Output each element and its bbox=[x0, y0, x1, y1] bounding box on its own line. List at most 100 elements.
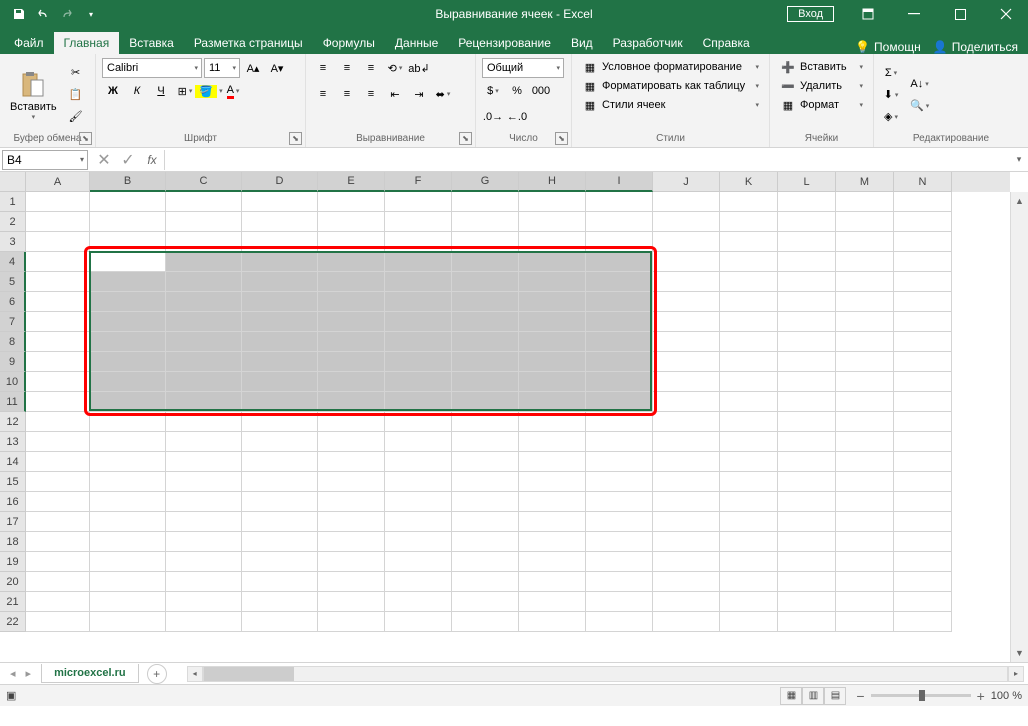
cell[interactable] bbox=[385, 232, 452, 252]
cell[interactable] bbox=[519, 492, 586, 512]
column-header[interactable]: H bbox=[519, 172, 586, 192]
cell[interactable] bbox=[778, 492, 836, 512]
cell[interactable] bbox=[90, 592, 166, 612]
cell[interactable] bbox=[452, 492, 519, 512]
cell[interactable] bbox=[26, 612, 90, 632]
cell[interactable] bbox=[242, 192, 318, 212]
cell[interactable] bbox=[26, 532, 90, 552]
cell[interactable] bbox=[653, 212, 720, 232]
cell[interactable] bbox=[166, 272, 242, 292]
select-all-corner[interactable] bbox=[0, 172, 26, 192]
cell[interactable] bbox=[318, 292, 385, 312]
italic-icon[interactable]: К bbox=[126, 81, 148, 101]
row-header[interactable]: 18 bbox=[0, 532, 26, 552]
cell[interactable] bbox=[385, 432, 452, 452]
cell[interactable] bbox=[318, 512, 385, 532]
align-left-icon[interactable]: ≡ bbox=[312, 84, 334, 104]
cell[interactable] bbox=[90, 372, 166, 392]
cell[interactable] bbox=[166, 412, 242, 432]
cell[interactable] bbox=[836, 432, 894, 452]
cell[interactable] bbox=[385, 532, 452, 552]
cell[interactable] bbox=[519, 252, 586, 272]
cell[interactable] bbox=[318, 552, 385, 572]
ribbon-display-icon[interactable] bbox=[846, 0, 890, 28]
horizontal-scrollbar[interactable]: ◂ ▸ bbox=[187, 666, 1024, 682]
cell[interactable] bbox=[519, 592, 586, 612]
column-header[interactable]: G bbox=[452, 172, 519, 192]
cell[interactable] bbox=[385, 352, 452, 372]
page-layout-view-icon[interactable]: ▥ bbox=[802, 687, 824, 705]
formula-input[interactable] bbox=[164, 150, 1010, 170]
cell[interactable] bbox=[586, 432, 653, 452]
tab-view[interactable]: Вид bbox=[561, 32, 603, 54]
sort-filter-icon[interactable]: A↓ bbox=[906, 74, 933, 94]
column-header[interactable]: C bbox=[166, 172, 242, 192]
cell[interactable] bbox=[90, 352, 166, 372]
cell[interactable] bbox=[318, 312, 385, 332]
cell[interactable] bbox=[242, 532, 318, 552]
cell[interactable] bbox=[385, 412, 452, 432]
page-break-view-icon[interactable]: ▤ bbox=[824, 687, 846, 705]
cell[interactable] bbox=[90, 212, 166, 232]
cell[interactable] bbox=[836, 232, 894, 252]
cell[interactable] bbox=[836, 592, 894, 612]
save-icon[interactable] bbox=[8, 3, 30, 25]
column-header[interactable]: D bbox=[242, 172, 318, 192]
cell[interactable] bbox=[166, 472, 242, 492]
cell[interactable] bbox=[836, 312, 894, 332]
cell[interactable] bbox=[836, 252, 894, 272]
cell[interactable] bbox=[90, 512, 166, 532]
column-header[interactable]: K bbox=[720, 172, 778, 192]
cell[interactable] bbox=[242, 412, 318, 432]
cell[interactable] bbox=[452, 572, 519, 592]
cell[interactable] bbox=[720, 372, 778, 392]
cell[interactable] bbox=[452, 192, 519, 212]
percent-icon[interactable]: % bbox=[506, 81, 528, 101]
cell[interactable] bbox=[836, 372, 894, 392]
increase-font-icon[interactable]: A▴ bbox=[242, 58, 264, 78]
cell[interactable] bbox=[778, 372, 836, 392]
align-bottom-icon[interactable]: ≡ bbox=[360, 58, 382, 78]
cell[interactable] bbox=[720, 392, 778, 412]
cell[interactable] bbox=[519, 572, 586, 592]
cell[interactable] bbox=[452, 312, 519, 332]
cell[interactable] bbox=[242, 312, 318, 332]
cell[interactable] bbox=[385, 212, 452, 232]
cell[interactable] bbox=[586, 612, 653, 632]
cell[interactable] bbox=[894, 192, 952, 212]
record-macro-icon[interactable]: ▣ bbox=[6, 689, 16, 702]
cell[interactable] bbox=[894, 372, 952, 392]
cell[interactable] bbox=[519, 552, 586, 572]
tab-page-layout[interactable]: Разметка страницы bbox=[184, 32, 313, 54]
orientation-icon[interactable]: ⟲ bbox=[384, 58, 406, 78]
cell[interactable] bbox=[653, 592, 720, 612]
cell[interactable] bbox=[385, 612, 452, 632]
bold-icon[interactable]: Ж bbox=[102, 81, 124, 101]
increase-decimal-icon[interactable]: .0→ bbox=[482, 107, 504, 127]
cell[interactable] bbox=[452, 412, 519, 432]
cell[interactable] bbox=[166, 592, 242, 612]
cell[interactable] bbox=[836, 332, 894, 352]
cell[interactable] bbox=[26, 512, 90, 532]
decrease-font-icon[interactable]: A▾ bbox=[266, 58, 288, 78]
redo-icon[interactable] bbox=[56, 3, 78, 25]
delete-cells-button[interactable]: ➖Удалить bbox=[776, 77, 867, 95]
cell[interactable] bbox=[90, 612, 166, 632]
cell[interactable] bbox=[586, 312, 653, 332]
cell[interactable] bbox=[26, 472, 90, 492]
cell[interactable] bbox=[90, 452, 166, 472]
cell[interactable] bbox=[778, 472, 836, 492]
row-header[interactable]: 6 bbox=[0, 292, 26, 312]
cell[interactable] bbox=[720, 232, 778, 252]
cell[interactable] bbox=[519, 612, 586, 632]
cell[interactable] bbox=[242, 592, 318, 612]
cell[interactable] bbox=[519, 352, 586, 372]
cell[interactable] bbox=[653, 292, 720, 312]
cell[interactable] bbox=[452, 532, 519, 552]
cell[interactable] bbox=[586, 272, 653, 292]
copy-icon[interactable]: 📋 bbox=[65, 85, 87, 105]
font-size-combo[interactable]: 11 bbox=[204, 58, 240, 78]
cell[interactable] bbox=[894, 392, 952, 412]
cell[interactable] bbox=[836, 212, 894, 232]
cell[interactable] bbox=[166, 392, 242, 412]
